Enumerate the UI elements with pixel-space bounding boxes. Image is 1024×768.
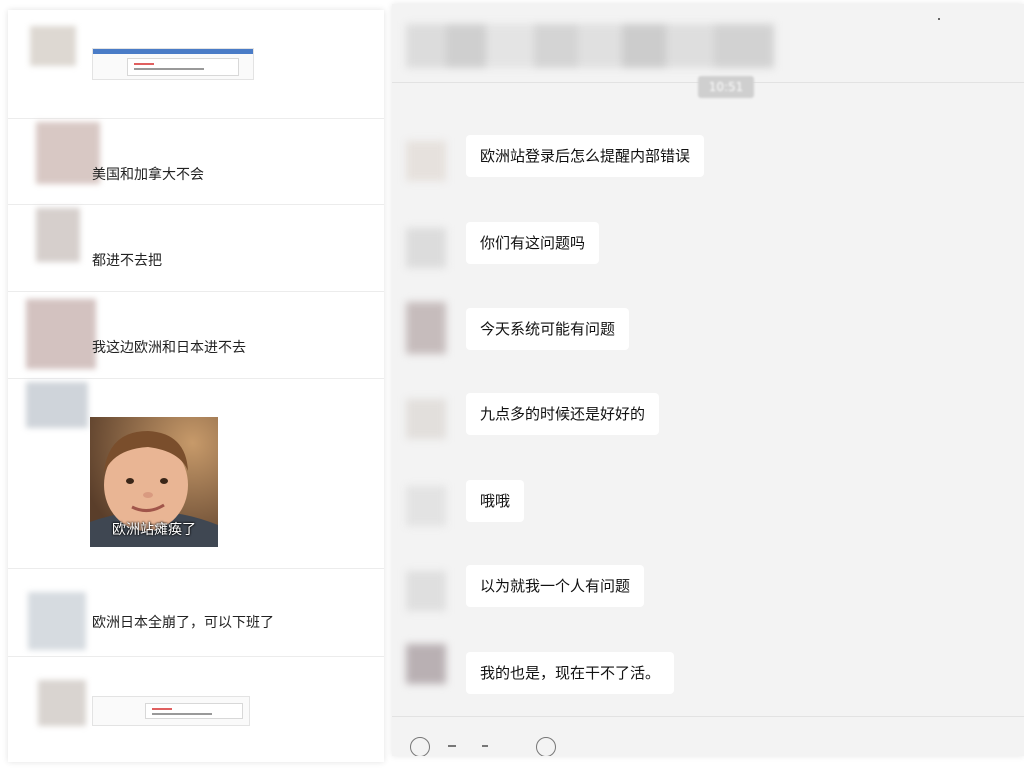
chat-message: 哦哦: [392, 480, 1024, 540]
message-text: 欧洲日本全崩了，可以下班了: [92, 615, 274, 631]
message-bubble[interactable]: 今天系统可能有问题: [466, 308, 630, 350]
screenshot-canvas: 美国和加拿大不会 都进不去把 我这边欧洲和日本进不去 欧洲站瘫痪了 欧洲日本全崩…: [0, 0, 1024, 768]
message-text: 我这边欧洲和日本进不去: [92, 340, 246, 356]
image-caption: 欧洲站瘫痪了: [112, 522, 196, 538]
message-text: 美国和加拿大不会: [92, 167, 204, 183]
avatar: [26, 299, 96, 369]
meme-image[interactable]: 欧洲站瘫痪了: [90, 417, 218, 547]
avatar[interactable]: [406, 302, 446, 354]
chat-message: 我的也是，现在干不了活。: [392, 644, 1024, 712]
chat-title-blurred: [406, 24, 774, 68]
chat-message: 今天系统可能有问题: [392, 302, 1024, 368]
chat-message: 欧洲站登录后怎么提醒内部错误: [392, 135, 1024, 195]
message-bubble[interactable]: 我的也是，现在干不了活。: [466, 652, 675, 694]
chat-message: 你们有这问题吗: [392, 222, 1024, 282]
chat-message: 九点多的时候还是好好的: [392, 393, 1024, 453]
avatar: [28, 592, 86, 650]
folder-icon[interactable]: [448, 745, 456, 747]
avatar: [26, 382, 88, 428]
avatar[interactable]: [406, 228, 446, 268]
left-message-screenshot[interactable]: [8, 10, 384, 119]
avatar[interactable]: [406, 141, 446, 181]
input-toolbar: [392, 716, 1024, 756]
message-bubble[interactable]: 你们有这问题吗: [466, 222, 600, 264]
chat-header: [392, 4, 1024, 83]
message-bubble[interactable]: 欧洲站登录后怎么提醒内部错误: [466, 135, 705, 177]
scissors-icon[interactable]: [482, 745, 488, 747]
avatar[interactable]: [406, 644, 446, 684]
message-text: 都进不去把: [92, 253, 162, 269]
more-icon[interactable]: [938, 18, 940, 20]
avatar[interactable]: [406, 571, 446, 611]
avatar: [36, 122, 100, 184]
left-message-item[interactable]: 都进不去把: [8, 204, 384, 292]
left-message-item[interactable]: 美国和加拿大不会: [8, 118, 384, 205]
screenshot-thumbnail[interactable]: [92, 696, 250, 726]
chat-message: 以为就我一个人有问题: [392, 565, 1024, 625]
message-bubble[interactable]: 以为就我一个人有问题: [466, 565, 645, 607]
message-bubble[interactable]: 哦哦: [466, 480, 525, 522]
chat-history-icon[interactable]: [536, 737, 556, 756]
left-message-screenshot[interactable]: [8, 656, 384, 762]
left-chat-panel: 美国和加拿大不会 都进不去把 我这边欧洲和日本进不去 欧洲站瘫痪了 欧洲日本全崩…: [8, 10, 384, 762]
screenshot-thumbnail[interactable]: [92, 48, 254, 80]
message-timestamp: 10:51: [698, 76, 754, 98]
avatar[interactable]: [406, 486, 446, 526]
avatar: [36, 208, 80, 262]
emoji-icon[interactable]: [410, 737, 430, 756]
avatar: [38, 680, 86, 726]
right-chat-panel: 10:51 欧洲站登录后怎么提醒内部错误 你们有这问题吗 今天系统可能有问题 九…: [392, 4, 1024, 756]
message-bubble[interactable]: 九点多的时候还是好好的: [466, 393, 660, 435]
avatar[interactable]: [406, 399, 446, 439]
avatar: [30, 26, 76, 66]
left-message-item[interactable]: 我这边欧洲和日本进不去: [8, 291, 384, 379]
left-message-item[interactable]: 欧洲日本全崩了，可以下班了: [8, 568, 384, 657]
